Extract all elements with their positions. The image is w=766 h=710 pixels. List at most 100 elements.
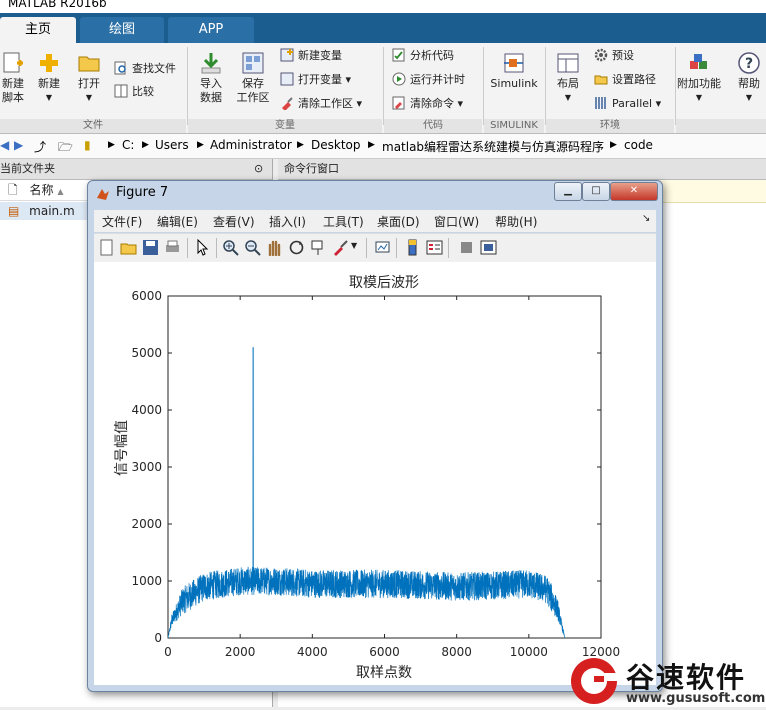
close-button[interactable]: ✕ xyxy=(610,182,658,201)
browse-folder-icon[interactable]: 🗁 xyxy=(58,138,73,159)
breadcrumb-drive[interactable]: C: xyxy=(122,138,134,152)
import-icon xyxy=(201,53,221,74)
clear-workspace-button[interactable]: 清除工作区 ▾ xyxy=(280,95,362,113)
file-group-label: 文件 xyxy=(0,119,186,133)
print-icon[interactable] xyxy=(164,239,181,256)
menu-help[interactable]: 帮助(H) xyxy=(495,213,537,230)
breadcrumb-separator-icon: ▶ xyxy=(142,140,149,150)
analyze-code-button[interactable]: 分析代码 xyxy=(392,47,454,65)
breadcrumb-users[interactable]: Users xyxy=(155,138,189,152)
find-files-button[interactable]: 查找文件 xyxy=(114,60,176,78)
svg-text:?: ? xyxy=(745,56,753,72)
new-variable-button[interactable]: 新建变量 xyxy=(280,47,342,65)
address-bar: ◀ ▶ ⤴ 🗁 ▮ ▶ C: ▶ Users ▶ Administrator ▶… xyxy=(0,134,766,159)
x-tick-label: 10000 xyxy=(510,645,548,659)
save-workspace-button[interactable]: 保存 工作区 xyxy=(234,51,272,105)
pointer-icon[interactable] xyxy=(194,239,211,256)
new-variable-icon xyxy=(280,48,294,62)
layout-button[interactable]: 布局 ▼ xyxy=(552,51,584,105)
new-label: 新建 xyxy=(38,77,60,90)
breadcrumb-desktop[interactable]: Desktop xyxy=(311,138,361,152)
breadcrumb-administrator[interactable]: Administrator xyxy=(210,138,292,152)
run-time-icon xyxy=(392,72,406,86)
run-and-time-button[interactable]: 运行并计时 xyxy=(392,71,465,89)
zoom-in-icon[interactable] xyxy=(222,239,239,256)
minimize-button[interactable]: ▁ xyxy=(554,182,582,201)
data-cursor-icon[interactable] xyxy=(310,239,327,256)
panel-menu-icon[interactable]: ⊙ xyxy=(254,159,263,179)
menu-insert[interactable]: 插入(I) xyxy=(269,213,306,230)
menu-window[interactable]: 窗口(W) xyxy=(434,213,479,230)
simulink-icon xyxy=(504,53,524,73)
hide-plot-tools-icon[interactable] xyxy=(458,239,475,256)
show-plot-tools-icon[interactable] xyxy=(480,239,497,256)
preferences-button[interactable]: 预设 xyxy=(594,47,634,65)
chart-title: 取模后波形 xyxy=(349,275,419,291)
y-tick-label: 2000 xyxy=(131,517,162,531)
breadcrumb-separator-icon: ▶ xyxy=(610,140,617,150)
save-icon[interactable] xyxy=(142,239,159,256)
back-arrow-icon[interactable]: ◀ xyxy=(0,138,9,152)
app-title: MATLAB R2016b xyxy=(8,0,107,10)
command-window-title: 命令行窗口 xyxy=(284,162,339,175)
brush-icon[interactable] xyxy=(332,239,349,256)
menu-file[interactable]: 文件(F) xyxy=(102,213,142,230)
breadcrumb-project[interactable]: matlab编程雷达系统建模与仿真源码程序 xyxy=(382,138,604,155)
parallel-icon xyxy=(595,97,606,109)
y-tick-label: 1000 xyxy=(131,574,162,588)
simulink-button[interactable]: Simulink xyxy=(488,51,540,91)
help-button[interactable]: ? 帮助 ▼ xyxy=(734,51,764,105)
colorbar-icon[interactable] xyxy=(404,239,421,256)
command-window-header: 命令行窗口 xyxy=(278,159,766,180)
up-folder-icon[interactable]: ⤴ xyxy=(34,138,46,155)
current-folder-header: 当前文件夹 ⊙ xyxy=(0,159,272,180)
x-tick-label: 0 xyxy=(164,645,172,659)
open-file-icon[interactable] xyxy=(120,239,137,256)
layout-icon xyxy=(557,53,579,73)
maximize-icon: □ xyxy=(591,185,601,196)
sort-asc-icon: ▲ xyxy=(57,187,64,196)
brush-dropdown-icon[interactable]: ▼ xyxy=(351,241,357,250)
plus-icon xyxy=(40,54,58,72)
new-button[interactable]: 新建 ▼ xyxy=(32,51,66,105)
figure-window[interactable]: Figure 7 ▁ □ ✕ 文件(F) 编辑(E) 查看(V) 插入(I) 工… xyxy=(87,180,663,692)
legend-icon[interactable] xyxy=(426,239,443,256)
new-script-icon xyxy=(3,52,23,73)
clear-commands-button[interactable]: 清除命令 ▾ xyxy=(392,95,463,113)
pan-hand-icon[interactable] xyxy=(266,239,283,256)
open-variable-icon xyxy=(280,72,294,86)
link-plot-icon[interactable] xyxy=(374,239,391,256)
open-label: 打开 xyxy=(78,77,100,90)
maximize-button[interactable]: □ xyxy=(582,182,610,201)
parallel-button[interactable]: Parallel ▾ xyxy=(594,95,661,113)
new-figure-icon[interactable] xyxy=(98,239,115,256)
tab-home[interactable]: 主页 xyxy=(0,17,76,43)
name-column-header[interactable]: 名称 xyxy=(29,183,53,197)
menu-desktop[interactable]: 桌面(D) xyxy=(377,213,420,230)
folder-icon: ▮ xyxy=(84,138,91,152)
tab-apps[interactable]: APP xyxy=(168,17,254,43)
import-data-button[interactable]: 导入 数据 xyxy=(194,51,228,105)
add-ons-button[interactable]: 附加功能 ▼ xyxy=(676,51,722,105)
find-files-icon xyxy=(114,61,126,75)
ribbon-separator xyxy=(483,47,484,125)
menu-view[interactable]: 查看(V) xyxy=(213,213,255,230)
rotate-3d-icon[interactable] xyxy=(288,239,305,256)
open-variable-button[interactable]: 打开变量 ▾ xyxy=(280,71,351,89)
dock-arrow-icon[interactable]: ↘ xyxy=(642,213,650,224)
breadcrumb-separator-icon: ▶ xyxy=(297,140,304,150)
open-button[interactable]: 打开 ▼ xyxy=(72,51,106,105)
menu-tools[interactable]: 工具(T) xyxy=(323,213,364,230)
tab-plots[interactable]: 绘图 xyxy=(80,17,164,43)
find-files-label: 查找文件 xyxy=(132,62,176,75)
forward-arrow-icon[interactable]: ▶ xyxy=(14,138,23,152)
import-data-label: 导入 数据 xyxy=(200,77,222,104)
analyze-code-icon xyxy=(392,48,405,62)
new-script-button[interactable]: 新建 脚本 xyxy=(0,51,26,105)
menu-edit[interactable]: 编辑(E) xyxy=(157,213,198,230)
watermark-logo: 谷速软件 www.gususoft.com xyxy=(568,655,766,707)
set-path-button[interactable]: 设置路径 xyxy=(594,71,656,89)
compare-button[interactable]: 比较 xyxy=(114,83,154,101)
zoom-out-icon[interactable] xyxy=(244,239,261,256)
breadcrumb-code[interactable]: code xyxy=(624,138,653,152)
